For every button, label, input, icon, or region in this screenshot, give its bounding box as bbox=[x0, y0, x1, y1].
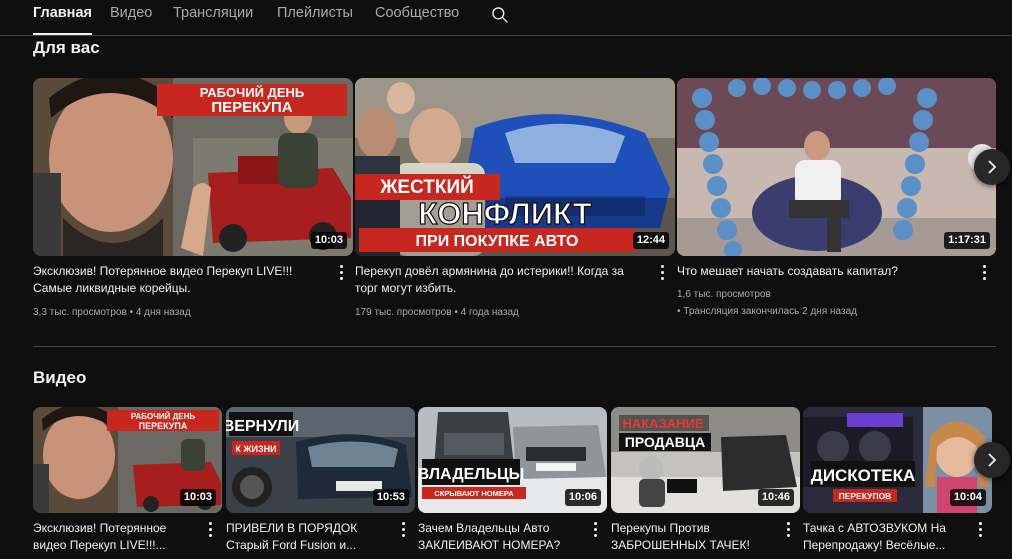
video-duration: 10:06 bbox=[564, 489, 601, 506]
thumb-text: ПРОДАВЦА bbox=[625, 434, 705, 450]
video-title-line: Зачем Владельцы Авто bbox=[418, 521, 550, 535]
channel-tabs: Главная Видео Трансляции Плейлисты Сообщ… bbox=[0, 0, 1012, 36]
video-title-line: видео Перекуп LIVE!!!... bbox=[33, 538, 166, 552]
tab-playlists[interactable]: Плейлисты bbox=[277, 5, 353, 27]
carousel-next-button[interactable] bbox=[974, 149, 1010, 185]
video-title[interactable]: Что мешает начать создавать капитал? bbox=[677, 263, 969, 280]
video-title-line: Старый Ford Fusion и... bbox=[226, 538, 357, 552]
video-duration: 10:03 bbox=[179, 489, 216, 506]
video-card[interactable]: ВЕРНУЛИ К ЖИЗНИ 10:53 ПРИВЕЛИ В ПОРЯДОК … bbox=[226, 407, 415, 559]
thumb-text: ПРИ ПОКУПКЕ АВТО bbox=[416, 233, 579, 250]
video-thumbnail[interactable]: ВЕРНУЛИ К ЖИЗНИ 10:53 bbox=[226, 407, 415, 513]
video-duration: 1:17:31 bbox=[944, 232, 990, 249]
search-icon[interactable] bbox=[490, 5, 510, 25]
more-vert-icon[interactable] bbox=[978, 263, 992, 281]
tab-streams[interactable]: Трансляции bbox=[173, 5, 253, 27]
thumb-text: ЖЕСТКИЙ bbox=[379, 176, 474, 198]
video-duration: 10:53 bbox=[372, 489, 409, 506]
video-card[interactable]: РАБОЧИЙ ДЕНЬ ПЕРЕКУПА 10:03 Эксклюзив! П… bbox=[33, 78, 353, 328]
thumb-text: КОНФЛИКТ bbox=[418, 196, 591, 231]
more-vert-icon[interactable] bbox=[656, 263, 670, 281]
thumb-text: РАБОЧИЙ ДЕНЬ bbox=[200, 85, 304, 100]
thumb-text: ПЕРЕКУПА bbox=[211, 99, 292, 116]
thumb-text: ПЕРЕКУПА bbox=[139, 421, 188, 431]
tab-videos[interactable]: Видео bbox=[110, 5, 152, 27]
video-age: 4 года назад bbox=[460, 307, 519, 318]
video-duration: 10:03 bbox=[310, 232, 347, 249]
chevron-right-icon bbox=[988, 160, 997, 174]
thumb-text: РАБОЧИЙ ДЕНЬ bbox=[131, 412, 196, 421]
video-title-line: Перепродажу! Весёлые... bbox=[803, 538, 946, 552]
video-thumbnail[interactable]: 1:17:31 bbox=[677, 78, 996, 256]
section-title-for-you: Для вас bbox=[33, 38, 100, 57]
video-meta: 3,3 тыс. просмотров • 4 дня назад bbox=[33, 306, 191, 320]
thumb-text: ПЕРЕКУПОВ bbox=[839, 491, 892, 501]
video-thumbnail[interactable]: НАКАЗАНИЕ ПРОДАВЦА 10:46 bbox=[611, 407, 800, 513]
thumb-text: СКРЫВАЮТ НОМЕРА bbox=[434, 489, 514, 498]
more-vert-icon[interactable] bbox=[589, 520, 603, 538]
video-thumbnail[interactable]: ВЛАДЕЛЬЦЫ СКРЫВАЮТ НОМЕРА 10:06 bbox=[418, 407, 607, 513]
stream-ended-text: Трансляция закончилась 2 дня назад bbox=[683, 306, 857, 317]
video-age: 4 дня назад bbox=[135, 307, 191, 318]
video-title[interactable]: Тачка с АВТОЗВУКОМ На Перепродажу! Весёл… bbox=[803, 520, 971, 554]
more-vert-icon[interactable] bbox=[397, 520, 411, 538]
thumb-text: ДИСКОТЕКА bbox=[811, 466, 916, 485]
thumb-text: НАКАЗАНИЕ bbox=[622, 416, 703, 431]
video-card[interactable]: ДИСКОТЕКА ПЕРЕКУПОВ 10:04 Тачка с АВТОЗВ… bbox=[803, 407, 992, 559]
video-card[interactable]: ЖЕСТКИЙ КОНФЛИКТ ПРИ ПОКУПКЕ АВТО 12:44 … bbox=[355, 78, 675, 328]
video-duration: 10:46 bbox=[757, 489, 794, 506]
video-views: 179 тыс. просмотров bbox=[355, 307, 452, 318]
video-title[interactable]: Перекуп довёл армянина до истерики!! Ког… bbox=[355, 263, 647, 297]
section-divider bbox=[33, 346, 996, 347]
more-vert-icon[interactable] bbox=[974, 520, 988, 538]
section-title-videos: Видео bbox=[33, 368, 87, 387]
video-title[interactable]: ПРИВЕЛИ В ПОРЯДОК Старый Ford Fusion и..… bbox=[226, 520, 394, 554]
video-title-line: ЗАБРОШЕННЫХ ТАЧЕК! bbox=[611, 538, 750, 552]
tab-home[interactable]: Главная bbox=[33, 5, 92, 35]
video-title-line: ЗАКЛЕИВАЮТ НОМЕРА? bbox=[418, 538, 561, 552]
video-age: • Трансляция закончилась 2 дня назад bbox=[677, 305, 857, 319]
video-title-line: Перекупы Против bbox=[611, 521, 710, 535]
thumb-text: ВЛАДЕЛЬЦЫ bbox=[418, 466, 524, 483]
carousel-next-button[interactable] bbox=[974, 442, 1010, 478]
video-views: 3,3 тыс. просмотров bbox=[33, 307, 127, 318]
video-thumbnail[interactable]: ДИСКОТЕКА ПЕРЕКУПОВ 10:04 bbox=[803, 407, 992, 513]
more-vert-icon[interactable] bbox=[204, 520, 218, 538]
video-title[interactable]: Эксклюзив! Потерянное видео Перекуп LIVE… bbox=[33, 263, 333, 297]
thumb-text: ВЕРНУЛИ bbox=[226, 418, 299, 435]
video-card[interactable]: РАБОЧИЙ ДЕНЬ ПЕРЕКУПА 10:03 Эксклюзив! П… bbox=[33, 407, 222, 559]
video-thumbnail[interactable]: РАБОЧИЙ ДЕНЬ ПЕРЕКУПА 10:03 bbox=[33, 78, 353, 256]
more-vert-icon[interactable] bbox=[782, 520, 796, 538]
video-title-line: ПРИВЕЛИ В ПОРЯДОК bbox=[226, 521, 358, 535]
video-card[interactable]: 1:17:31 Что мешает начать создавать капи… bbox=[677, 78, 996, 328]
video-duration: 10:04 bbox=[949, 489, 986, 506]
video-title[interactable]: Перекупы Против ЗАБРОШЕННЫХ ТАЧЕК! bbox=[611, 520, 779, 554]
video-card[interactable]: НАКАЗАНИЕ ПРОДАВЦА 10:46 Перекупы Против… bbox=[611, 407, 800, 559]
video-duration: 12:44 bbox=[632, 232, 669, 249]
video-title-line: Эксклюзив! Потерянное bbox=[33, 521, 167, 535]
video-meta: 179 тыс. просмотров • 4 года назад bbox=[355, 306, 519, 320]
thumb-text: К ЖИЗНИ bbox=[235, 444, 276, 454]
video-thumbnail[interactable]: РАБОЧИЙ ДЕНЬ ПЕРЕКУПА 10:03 bbox=[33, 407, 222, 513]
chevron-right-icon bbox=[988, 453, 997, 467]
video-thumbnail[interactable]: ЖЕСТКИЙ КОНФЛИКТ ПРИ ПОКУПКЕ АВТО 12:44 bbox=[355, 78, 675, 256]
video-title-line: Тачка с АВТОЗВУКОМ На bbox=[803, 521, 946, 535]
video-card[interactable]: ВЛАДЕЛЬЦЫ СКРЫВАЮТ НОМЕРА 10:06 Зачем Вл… bbox=[418, 407, 607, 559]
tab-community[interactable]: Сообщество bbox=[375, 5, 459, 27]
video-title[interactable]: Зачем Владельцы Авто ЗАКЛЕИВАЮТ НОМЕРА? bbox=[418, 520, 586, 554]
more-vert-icon[interactable] bbox=[335, 263, 349, 281]
video-title[interactable]: Эксклюзив! Потерянное видео Перекуп LIVE… bbox=[33, 520, 201, 554]
video-views: 1,6 тыс. просмотров bbox=[677, 289, 771, 300]
